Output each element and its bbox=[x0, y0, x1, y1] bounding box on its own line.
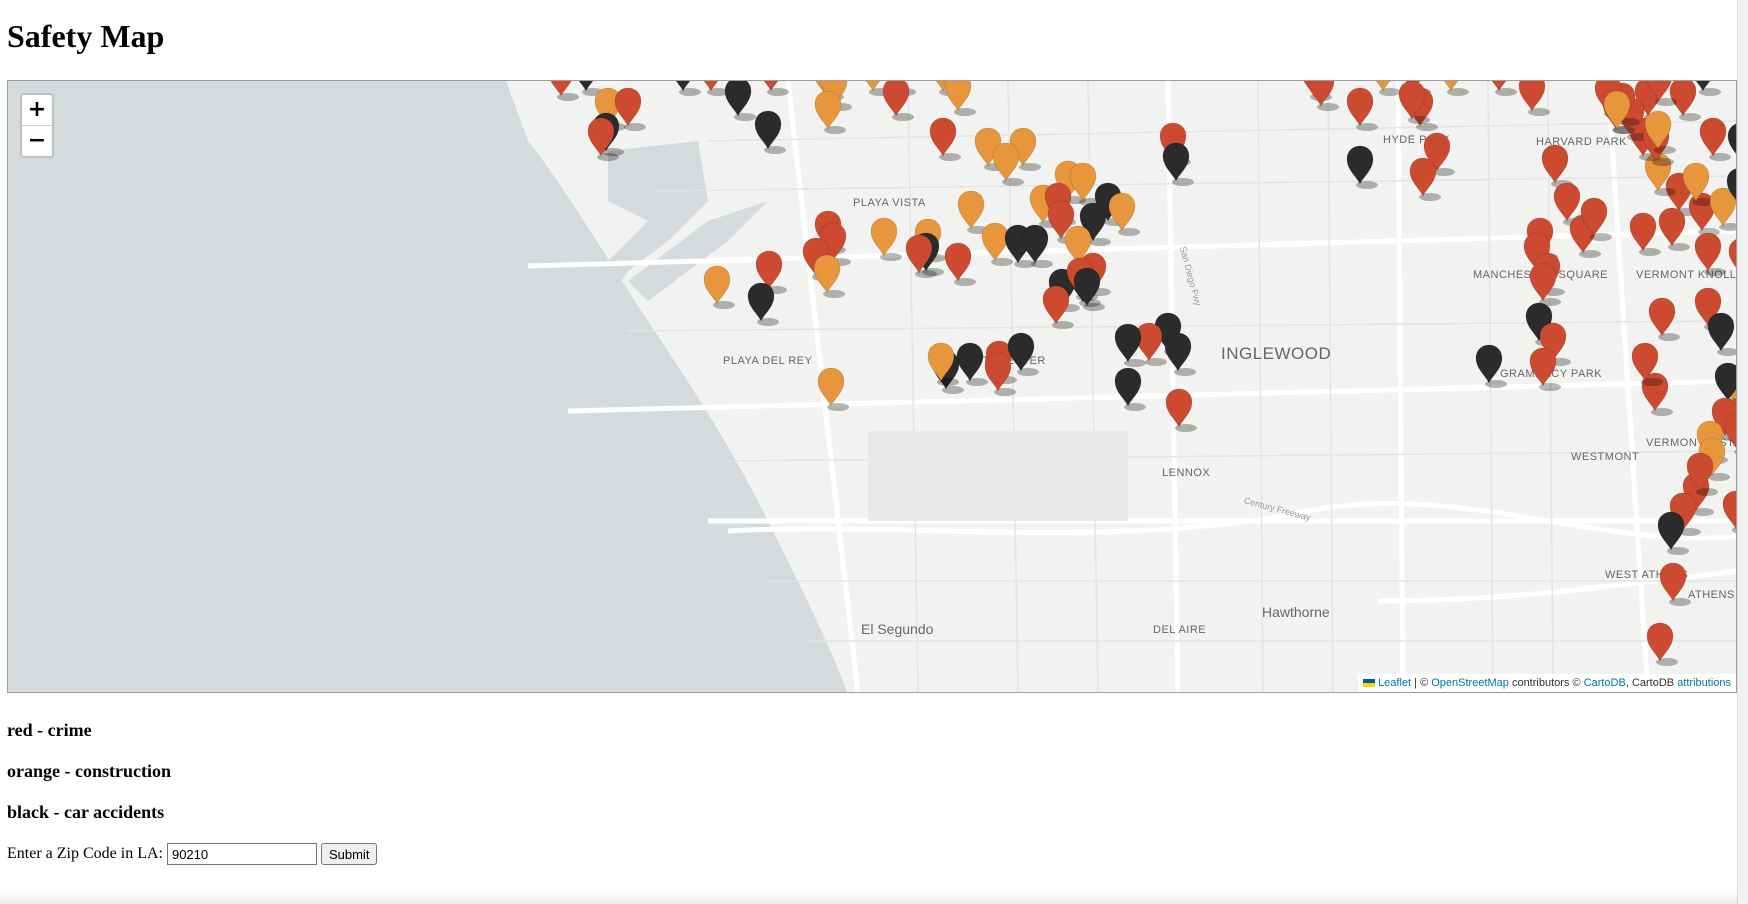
crime-marker-icon[interactable] bbox=[1643, 621, 1678, 667]
crime-marker-icon[interactable] bbox=[879, 80, 914, 122]
accident-marker-icon[interactable] bbox=[744, 281, 779, 327]
construction-marker-icon[interactable] bbox=[814, 366, 849, 412]
crime-marker-icon[interactable] bbox=[1655, 206, 1690, 252]
construction-marker-icon[interactable] bbox=[924, 341, 959, 387]
crime-marker-icon[interactable] bbox=[1691, 231, 1726, 277]
accident-marker-icon[interactable] bbox=[751, 109, 786, 155]
cartodb-link[interactable]: CartoDB bbox=[1584, 677, 1626, 689]
zoom-out-button[interactable]: − bbox=[22, 125, 52, 156]
submit-button[interactable]: Submit bbox=[320, 843, 378, 865]
construction-marker-icon[interactable] bbox=[867, 216, 902, 262]
map-place-label: PLAYA VISTA bbox=[853, 197, 926, 209]
page-title: Safety Map bbox=[7, 18, 165, 54]
accident-marker-icon[interactable] bbox=[1704, 311, 1737, 357]
crime-marker-icon[interactable] bbox=[1482, 80, 1517, 97]
crime-marker-icon[interactable] bbox=[584, 116, 619, 162]
construction-marker-icon[interactable] bbox=[1434, 80, 1469, 97]
map-attribution: Leaflet | © OpenStreetMap contributors ©… bbox=[1358, 674, 1736, 692]
construction-marker-icon[interactable] bbox=[700, 264, 735, 310]
legend-red: red - crime bbox=[7, 720, 92, 740]
attribution-sep: | © bbox=[1411, 677, 1432, 689]
accident-marker-icon[interactable] bbox=[1161, 331, 1196, 377]
attribution-contrib: contributors © bbox=[1508, 677, 1584, 689]
crime-marker-icon[interactable] bbox=[1162, 387, 1197, 433]
map-place-label: WESTMONT bbox=[1571, 451, 1640, 463]
crime-marker-icon[interactable] bbox=[1304, 80, 1339, 112]
accident-marker-icon[interactable] bbox=[1654, 510, 1689, 556]
crime-marker-icon[interactable] bbox=[1343, 86, 1378, 132]
crime-marker-icon[interactable] bbox=[1577, 196, 1612, 242]
map-place-label: DEL AIRE bbox=[1153, 624, 1207, 636]
accident-marker-icon[interactable] bbox=[1343, 144, 1378, 190]
attribution-cartodb: , CartoDB bbox=[1625, 677, 1678, 689]
accident-marker-icon[interactable] bbox=[1723, 166, 1737, 212]
osm-link[interactable]: OpenStreetMap bbox=[1431, 677, 1509, 689]
ukraine-flag-icon bbox=[1363, 679, 1376, 687]
crime-marker-icon[interactable] bbox=[1719, 489, 1737, 535]
crime-marker-icon[interactable] bbox=[1628, 341, 1663, 387]
construction-marker-icon[interactable] bbox=[810, 253, 845, 299]
crime-marker-icon[interactable] bbox=[1526, 346, 1561, 392]
accident-marker-icon[interactable] bbox=[953, 341, 988, 387]
map-place-label: El Segundo bbox=[861, 621, 934, 637]
accident-marker-icon[interactable] bbox=[1111, 322, 1146, 368]
zip-label: Enter a Zip Code in LA: bbox=[7, 845, 163, 862]
leaflet-link[interactable]: Leaflet bbox=[1378, 677, 1411, 689]
crime-marker-icon[interactable] bbox=[1683, 451, 1718, 497]
accident-marker-icon[interactable] bbox=[1686, 80, 1721, 97]
accident-marker-icon[interactable] bbox=[1111, 366, 1146, 412]
crime-marker-icon[interactable] bbox=[941, 241, 976, 287]
map-place-label: LENNOX bbox=[1162, 467, 1211, 479]
map-place-label: Hawthorne bbox=[1262, 604, 1330, 620]
page-scrollbar[interactable] bbox=[1737, 0, 1748, 904]
accident-marker-icon[interactable] bbox=[1472, 343, 1507, 389]
crime-marker-icon[interactable] bbox=[902, 233, 937, 279]
accident-marker-icon[interactable] bbox=[1018, 223, 1053, 269]
accident-marker-icon[interactable] bbox=[1159, 141, 1194, 187]
accident-marker-icon[interactable] bbox=[721, 80, 756, 122]
crime-marker-icon[interactable] bbox=[1406, 156, 1441, 202]
construction-marker-icon[interactable] bbox=[1105, 191, 1140, 237]
crime-marker-icon[interactable] bbox=[1645, 296, 1680, 342]
construction-marker-icon[interactable] bbox=[811, 89, 846, 135]
map-place-label: ATHENS bbox=[1688, 589, 1735, 601]
accident-marker-icon[interactable] bbox=[1070, 266, 1105, 312]
construction-marker-icon[interactable] bbox=[1600, 89, 1635, 135]
map-place-label: INGLEWOOD bbox=[1221, 344, 1332, 363]
zip-input[interactable] bbox=[166, 843, 317, 865]
accident-marker-icon[interactable] bbox=[1731, 80, 1737, 97]
crime-marker-icon[interactable] bbox=[1515, 80, 1550, 117]
zoom-in-button[interactable]: + bbox=[22, 95, 52, 125]
safety-map[interactable]: PLAYA VISTAPLAYA DEL REYWESTCHESTERINGLE… bbox=[7, 80, 1737, 693]
crime-marker-icon[interactable] bbox=[754, 80, 789, 97]
accident-marker-icon[interactable] bbox=[1724, 121, 1737, 167]
map-place-label: PLAYA DEL REY bbox=[723, 355, 813, 367]
crime-marker-icon[interactable] bbox=[1395, 80, 1430, 125]
attributions-link[interactable]: attributions bbox=[1677, 677, 1731, 689]
crime-marker-icon[interactable] bbox=[926, 116, 961, 162]
accident-marker-icon[interactable] bbox=[1733, 221, 1737, 267]
zoom-control: + − bbox=[20, 93, 54, 158]
bottom-shadow bbox=[0, 890, 1738, 904]
crime-marker-icon[interactable] bbox=[1642, 80, 1677, 107]
construction-marker-icon[interactable] bbox=[989, 141, 1024, 187]
construction-marker-icon[interactable] bbox=[1641, 109, 1676, 155]
legend-orange: orange - construction bbox=[7, 761, 171, 781]
crime-marker-icon[interactable] bbox=[1656, 561, 1691, 607]
legend-black: black - car accidents bbox=[7, 802, 165, 822]
zip-form: Enter a Zip Code in LA: Submit bbox=[7, 842, 378, 866]
construction-marker-icon[interactable] bbox=[941, 80, 976, 117]
crime-marker-icon[interactable] bbox=[1039, 284, 1074, 330]
